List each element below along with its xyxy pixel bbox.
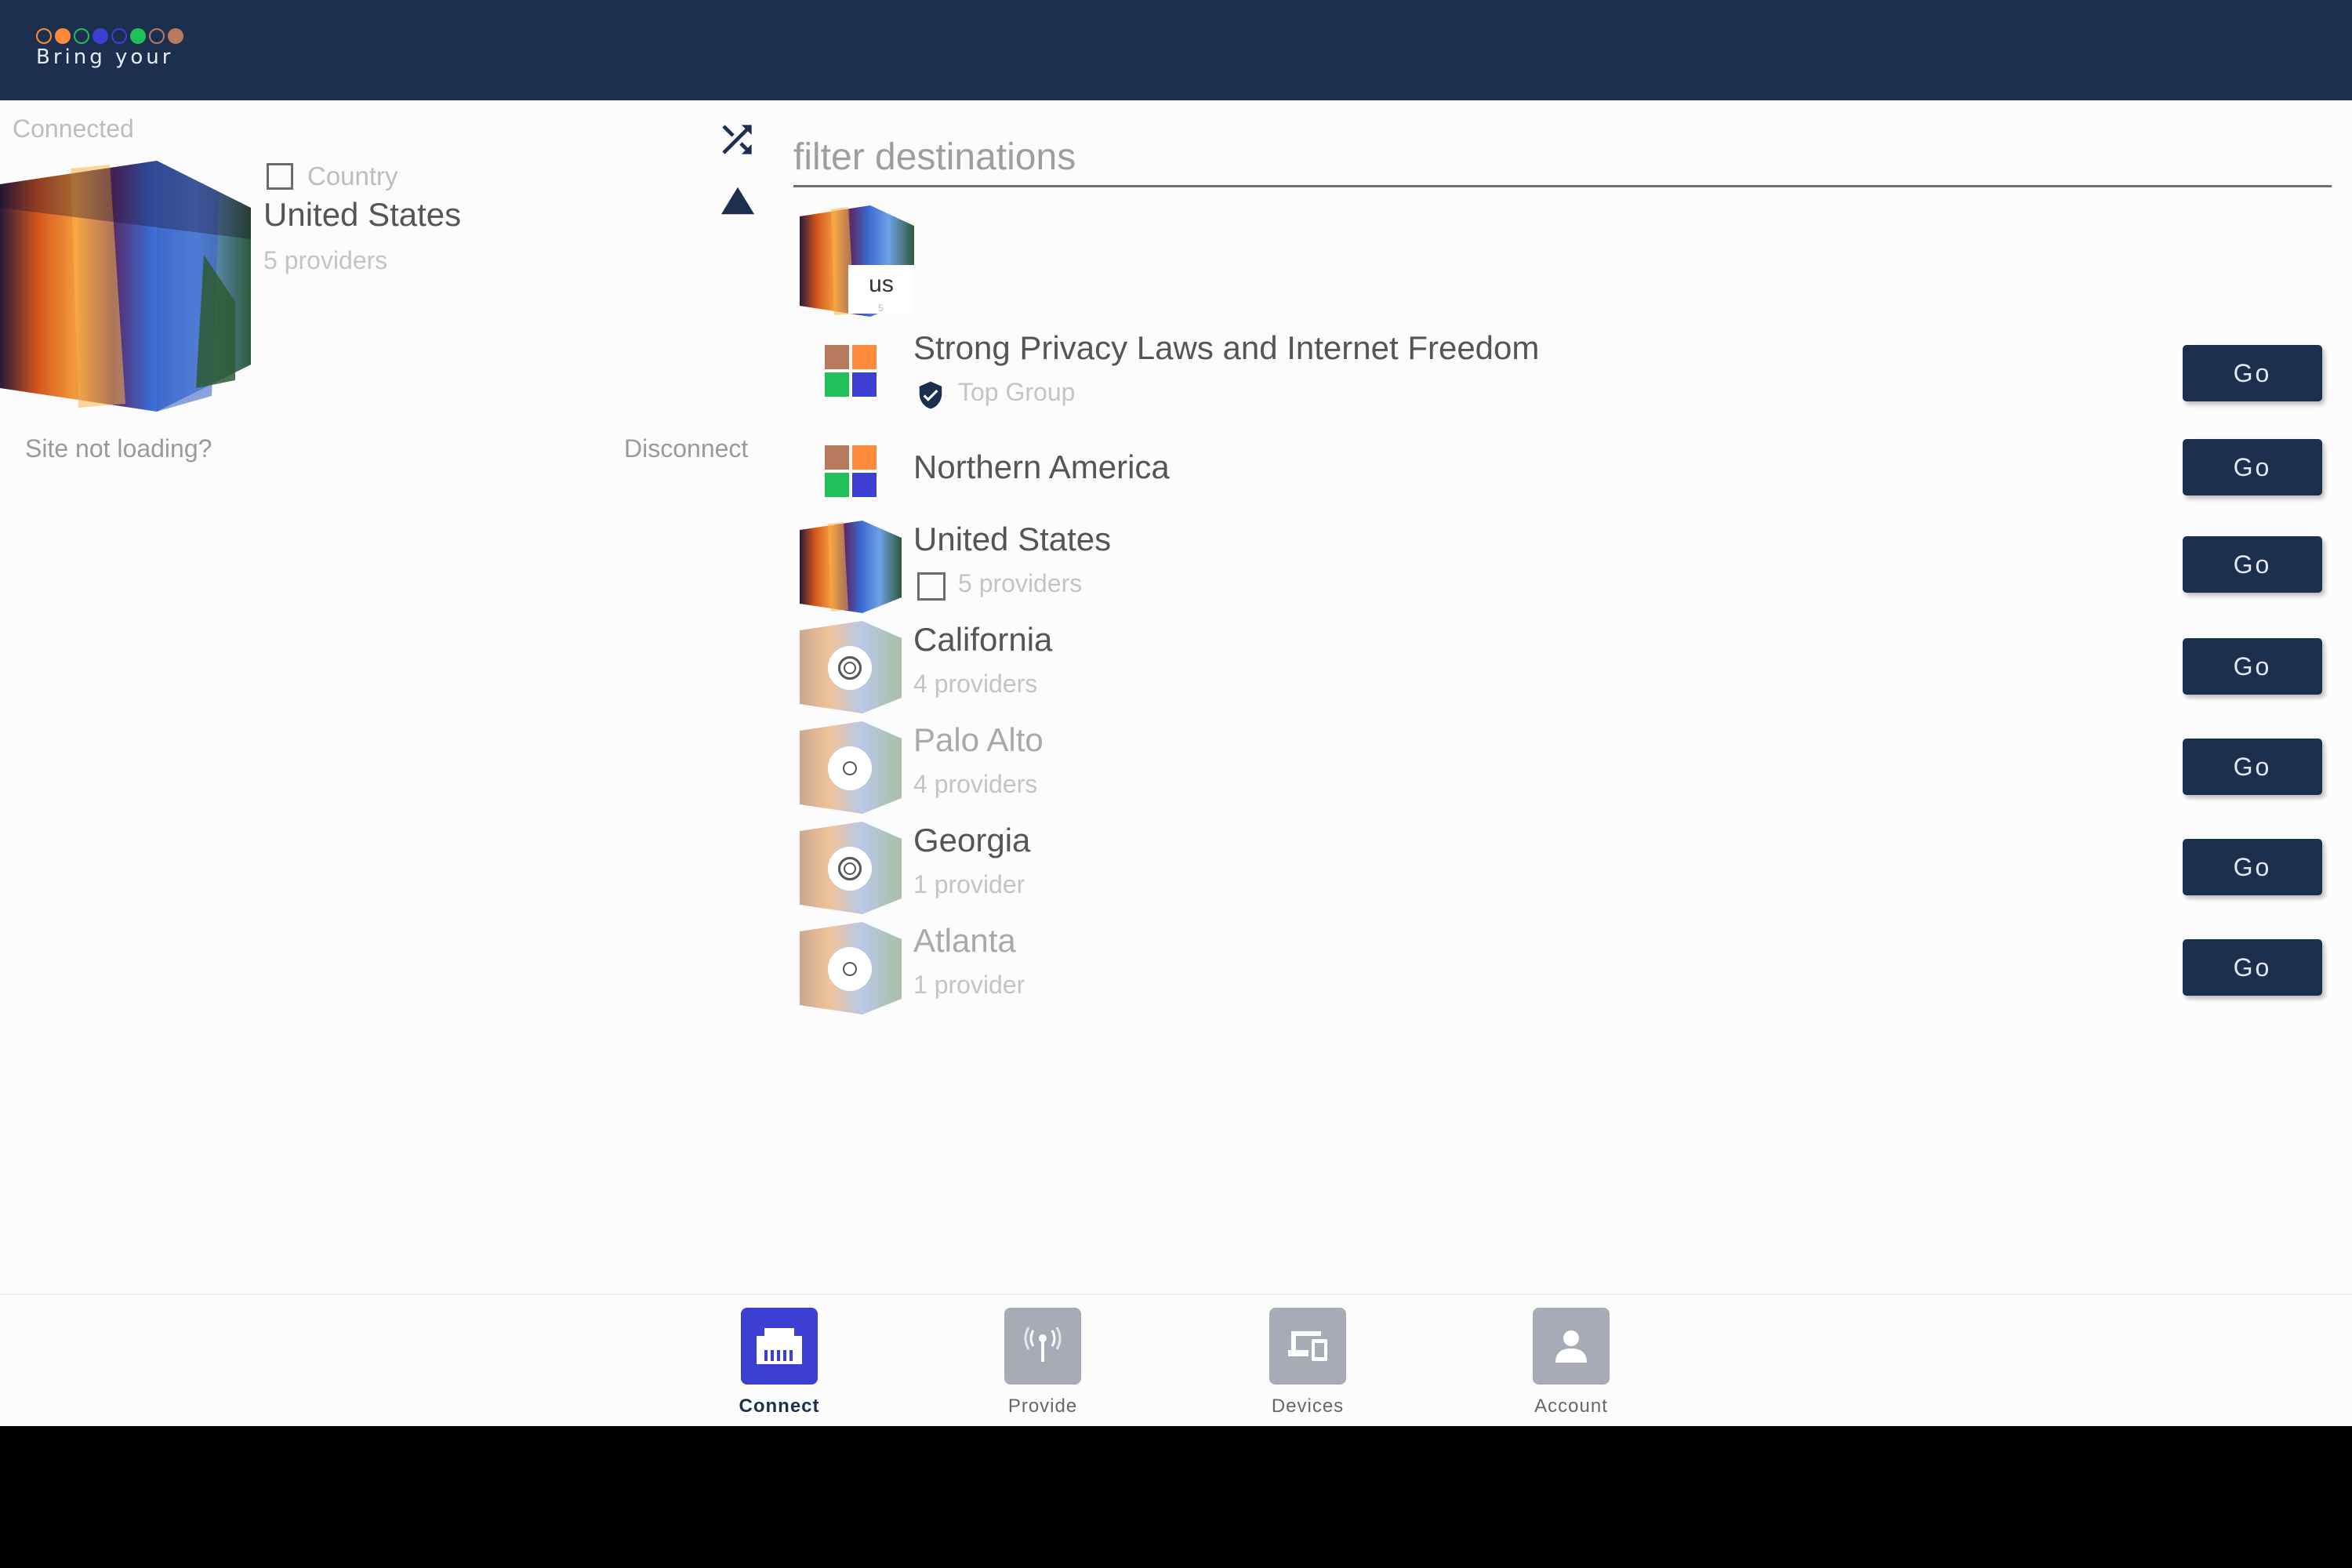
site-not-loading-link[interactable]: Site not loading? xyxy=(25,434,212,463)
go-button[interactable]: Go xyxy=(2183,739,2322,795)
logo-wordmark: Bring your xyxy=(36,45,174,69)
devices-icon xyxy=(1269,1308,1346,1385)
nav-provide[interactable]: Provide xyxy=(972,1308,1113,1417)
destination-row[interactable]: California 4 providers Go xyxy=(800,616,2336,713)
destination-row[interactable]: United States 5 providers Go xyxy=(800,516,2336,613)
nav-connect[interactable]: Connect xyxy=(709,1308,850,1417)
destination-image xyxy=(800,521,902,613)
logo-dots xyxy=(36,28,216,44)
ethernet-port-icon xyxy=(741,1308,818,1385)
shield-check-icon xyxy=(919,381,942,409)
go-button[interactable]: Go xyxy=(2183,638,2322,695)
destination-name: Northern America xyxy=(913,448,1170,485)
destination-name: United States xyxy=(913,521,1112,557)
region-target-icon xyxy=(828,646,872,690)
destination-subtitle: 1 provider xyxy=(913,870,1025,898)
connected-provider-count: 5 providers xyxy=(263,246,388,274)
destination-row[interactable]: Northern America Go xyxy=(800,425,2336,522)
destination-checkbox[interactable] xyxy=(917,572,946,601)
location-type-label: Country xyxy=(307,162,398,191)
nav-account[interactable]: Account xyxy=(1501,1308,1642,1417)
disconnect-link[interactable]: Disconnect xyxy=(624,434,748,463)
nav-label: Devices xyxy=(1271,1396,1345,1417)
region-target-icon xyxy=(828,847,872,891)
go-button[interactable]: Go xyxy=(2183,439,2322,495)
country-checkbox[interactable] xyxy=(267,163,293,190)
destination-name: Atlanta xyxy=(913,922,1016,959)
destination-name: Georgia xyxy=(913,822,1031,858)
nav-label: Provide xyxy=(1007,1396,1078,1417)
destination-name: Palo Alto xyxy=(913,721,1044,758)
destination-row[interactable]: Strong Privacy Laws and Internet Freedom… xyxy=(800,325,2336,422)
bottom-navigation: Connect Provide Devices Account xyxy=(0,1294,2352,1426)
nav-label: Account xyxy=(1534,1396,1608,1417)
group-tiles-icon xyxy=(825,345,877,397)
country-badge-count: 5 xyxy=(878,303,884,314)
top-bar: Bring your xyxy=(0,0,2352,100)
collapse-triangle-icon[interactable] xyxy=(720,185,756,216)
destination-subtitle: 5 providers xyxy=(958,569,1083,597)
destination-row[interactable]: Georgia 1 provider Go xyxy=(800,817,2336,914)
connected-location-name: United States xyxy=(263,196,462,233)
city-dot-icon xyxy=(828,746,872,790)
nav-label: Connect xyxy=(739,1396,820,1417)
brand-logo: Bring your xyxy=(36,28,216,75)
destination-subtitle: Top Group xyxy=(958,378,1076,406)
go-button[interactable]: Go xyxy=(2183,345,2322,401)
go-button[interactable]: Go xyxy=(2183,839,2322,895)
antenna-icon xyxy=(1004,1308,1081,1385)
nav-devices[interactable]: Devices xyxy=(1237,1308,1378,1417)
destination-row[interactable]: Palo Alto 4 providers Go xyxy=(800,717,2336,814)
shuffle-icon[interactable] xyxy=(715,118,759,162)
go-button[interactable]: Go xyxy=(2183,536,2322,593)
group-tiles-icon xyxy=(825,445,877,497)
destination-subtitle: 1 provider xyxy=(913,971,1025,999)
destination-subtitle: 4 providers xyxy=(913,670,1038,698)
destination-subtitle: 4 providers xyxy=(913,770,1038,798)
destination-name: Strong Privacy Laws and Internet Freedom xyxy=(913,329,1540,366)
go-button[interactable]: Go xyxy=(2183,939,2322,996)
destination-name: California xyxy=(913,621,1053,658)
city-dot-icon xyxy=(828,947,872,991)
location-image xyxy=(0,161,251,412)
filter-destinations-input[interactable] xyxy=(793,129,2332,187)
app-window: Bring your Connected Country United Stat… xyxy=(0,0,2352,1426)
connection-status: Connected xyxy=(13,114,134,143)
person-icon xyxy=(1533,1308,1610,1385)
destination-row[interactable]: Atlanta 1 provider Go xyxy=(800,917,2336,1014)
